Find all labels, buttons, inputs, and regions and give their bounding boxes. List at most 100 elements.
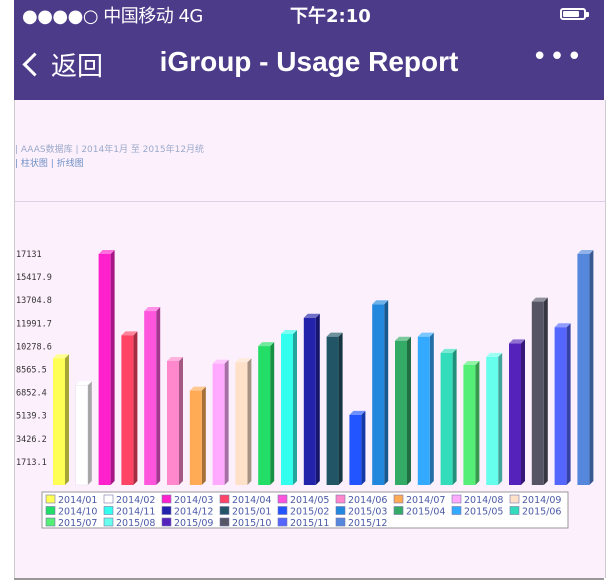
- legend-swatch: [103, 506, 114, 515]
- legend-label[interactable]: 2015/10: [232, 518, 271, 529]
- battery-icon: [560, 8, 589, 20]
- bar-side: [589, 250, 594, 485]
- bar-2015-06[interactable]: [440, 352, 453, 485]
- legend-label[interactable]: 2014/10: [58, 507, 97, 518]
- legend-swatch: [219, 494, 230, 504]
- legend-swatch: [161, 517, 172, 527]
- bar-2014-09[interactable]: [235, 362, 248, 485]
- legend-label[interactable]: 2014/09: [522, 495, 561, 506]
- legend-label[interactable]: 2015/07: [58, 518, 97, 529]
- y-tick-label: 13704.8: [16, 296, 52, 306]
- legend-label[interactable]: 2014/12: [174, 507, 213, 518]
- bar-side: [475, 360, 480, 485]
- legend-label[interactable]: 2014/02: [116, 495, 155, 506]
- legend-swatch: [335, 506, 346, 515]
- bar-2015-07[interactable]: [463, 364, 476, 485]
- bar-side: [110, 250, 115, 485]
- legend-label[interactable]: 2015/06: [522, 507, 561, 518]
- y-tick-label: 1713.1: [16, 458, 47, 468]
- bar-2015-03[interactable]: [372, 304, 385, 485]
- legend-label[interactable]: 2014/06: [348, 495, 387, 506]
- legend-swatch: [335, 494, 346, 504]
- legend-label[interactable]: 2015/04: [406, 507, 445, 518]
- more-options-button[interactable]: •••: [532, 42, 584, 72]
- bar-2014-11[interactable]: [281, 333, 293, 485]
- legend-swatch: [103, 517, 114, 527]
- legend-label[interactable]: 2014/04: [232, 495, 271, 506]
- usage-bar-chart: 1713.1 3426.2 5139.3 6852.4 8565.5 10278.6 119…: [16, 250, 594, 529]
- bar-side: [452, 348, 457, 485]
- legend-swatch: [103, 494, 114, 504]
- bar-2014-04[interactable]: [121, 335, 134, 485]
- bar-side: [65, 354, 69, 485]
- y-tick-label: 11991.7: [16, 319, 52, 329]
- legend-swatch: [219, 506, 230, 515]
- legend-swatch: [45, 517, 56, 527]
- carrier-label: ●●●●○ 中国移动 4G: [22, 6, 203, 27]
- bar-2015-01[interactable]: [326, 336, 339, 485]
- bar-side: [543, 297, 548, 485]
- bar-2014-01[interactable]: [53, 358, 65, 485]
- bar-2015-10[interactable]: [531, 301, 544, 485]
- bar-side: [156, 307, 161, 485]
- legend-swatch: [335, 517, 346, 527]
- legend-label[interactable]: 2014/08: [464, 495, 503, 506]
- legend-label[interactable]: 2014/01: [58, 495, 97, 506]
- legend-label[interactable]: 2014/03: [174, 495, 213, 506]
- y-tick-label: 5139.3: [16, 412, 47, 422]
- legend-label[interactable]: 2015/11: [290, 518, 329, 529]
- bar-side: [521, 339, 525, 485]
- bar-2014-06[interactable]: [167, 360, 179, 485]
- bar-2015-05[interactable]: [417, 336, 430, 485]
- bar-2015-02[interactable]: [349, 414, 362, 485]
- bar-2015-11[interactable]: [554, 327, 567, 485]
- bar-side: [315, 313, 320, 485]
- legend-swatch: [451, 494, 462, 504]
- y-tick-label: 8565.5: [16, 366, 47, 376]
- legend-swatch: [451, 506, 462, 515]
- legend-swatch: [161, 506, 172, 515]
- report-content: | AAAS数据库 | 2014年1月 至 2015年12月统 | 柱状图 | …: [14, 100, 606, 578]
- legend-swatch: [161, 494, 172, 504]
- legend-swatch: [509, 506, 520, 515]
- legend-label[interactable]: 2015/08: [116, 518, 155, 529]
- bar-2015-09[interactable]: [509, 343, 521, 485]
- navigation-bar: 返回 iGroup - Usage Report •••: [14, 28, 604, 100]
- bottom-border: [14, 578, 604, 580]
- legend-label[interactable]: 2015/01: [232, 507, 271, 518]
- legend-swatch: [277, 517, 288, 527]
- bar-2014-05[interactable]: [144, 311, 157, 485]
- legend-swatch: [393, 506, 404, 515]
- bar-2015-08[interactable]: [486, 356, 499, 485]
- clock-label: 下午2:10: [290, 6, 371, 27]
- y-tick-label: 10278.6: [16, 342, 52, 352]
- bar-2014-10[interactable]: [258, 346, 271, 485]
- y-tick-label: 15417.9: [16, 273, 52, 283]
- bar-side: [247, 358, 252, 485]
- y-tick-label: 3426.2: [16, 435, 47, 445]
- bar-2014-08[interactable]: [212, 363, 225, 485]
- bar-side: [384, 300, 389, 485]
- bar-2015-04[interactable]: [395, 340, 407, 485]
- legend-label[interactable]: 2014/05: [290, 495, 329, 506]
- bar-2014-03[interactable]: [98, 254, 111, 485]
- bar-side: [133, 331, 138, 485]
- legend-label[interactable]: 2015/12: [348, 518, 387, 529]
- bar-2014-07[interactable]: [189, 390, 202, 485]
- legend-label[interactable]: 2015/02: [290, 507, 329, 518]
- legend-label[interactable]: 2014/07: [406, 495, 445, 506]
- bar-2015-12[interactable]: [577, 254, 590, 485]
- legend-swatch: [277, 494, 288, 504]
- bar-2014-02[interactable]: [75, 384, 89, 486]
- legend-swatch: [219, 517, 230, 527]
- bar-side: [201, 386, 206, 485]
- bar-2014-12[interactable]: [303, 317, 316, 485]
- legend-label[interactable]: 2015/09: [174, 518, 213, 529]
- y-tick-label: 17131: [16, 250, 42, 260]
- bar-side: [566, 323, 571, 485]
- legend-label[interactable]: 2014/11: [116, 507, 155, 518]
- legend-label[interactable]: 2015/05: [464, 507, 503, 518]
- bar-side: [361, 410, 366, 485]
- legend-label[interactable]: 2015/03: [348, 507, 387, 518]
- bar-side: [498, 352, 503, 485]
